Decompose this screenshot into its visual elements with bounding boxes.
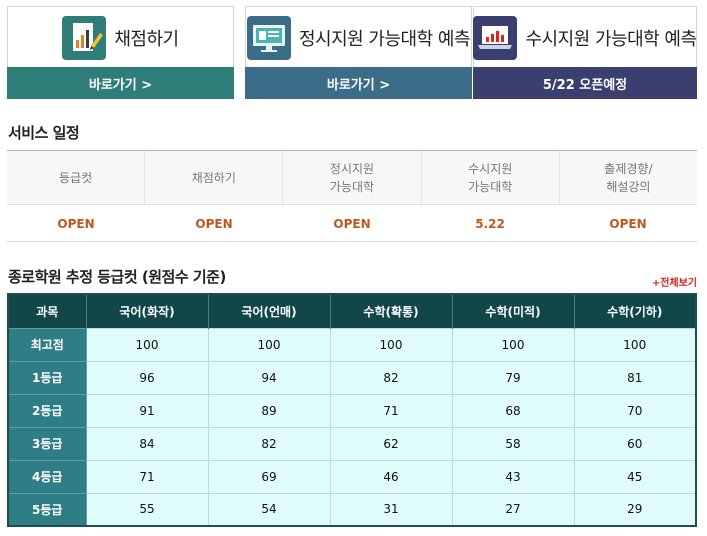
laptop-chart-icon bbox=[473, 15, 518, 60]
service-cards: 채점하기 바로가기 > 정시지원 가능대학 예측 바로가기 > 수시지원 가능대… bbox=[7, 6, 697, 99]
score-cell: 69 bbox=[208, 459, 331, 493]
schedule-header-cell: 채점하기 bbox=[145, 151, 284, 204]
schedule-status-cell: OPEN bbox=[333, 216, 371, 231]
go-button[interactable]: 바로가기 > bbox=[245, 67, 472, 99]
schedule-header-cell: 수시지원 가능대학 bbox=[422, 151, 560, 204]
schedule-status-cell: 5.22 bbox=[475, 216, 505, 231]
grade-label: 5등급 bbox=[8, 492, 87, 526]
score-cell: 46 bbox=[330, 459, 453, 493]
score-cell: 79 bbox=[452, 360, 575, 394]
score-cell: 100 bbox=[452, 327, 575, 361]
score-cell: 71 bbox=[86, 459, 209, 493]
card-title: 채점하기 bbox=[114, 28, 179, 50]
open-date-button[interactable]: 5/22 오픈예정 bbox=[473, 67, 697, 99]
schedule-status-cell: OPEN bbox=[195, 216, 233, 231]
score-cell: 54 bbox=[208, 492, 331, 526]
score-cell: 100 bbox=[574, 327, 696, 361]
score-cell: 70 bbox=[574, 393, 696, 427]
schedule-header-cell: 정시지원 가능대학 bbox=[283, 151, 422, 204]
column-header: 과목 bbox=[8, 294, 87, 328]
go-button[interactable]: 바로가기 > bbox=[7, 67, 234, 99]
score-cell: 100 bbox=[208, 327, 331, 361]
score-cell: 27 bbox=[452, 492, 575, 526]
column-header: 수학(기하) bbox=[574, 294, 696, 328]
card-title: 정시지원 가능대학 예측 bbox=[298, 28, 471, 50]
score-cell: 94 bbox=[208, 360, 331, 394]
score-cell: 68 bbox=[452, 393, 575, 427]
score-cell: 84 bbox=[86, 426, 209, 460]
score-cell: 100 bbox=[86, 327, 209, 361]
schedule-header-row: 등급컷 채점하기 정시지원 가능대학 수시지원 가능대학 출제경향/ 해설강의 bbox=[7, 151, 697, 205]
score-cell: 31 bbox=[330, 492, 453, 526]
score-cell: 60 bbox=[574, 426, 696, 460]
grade-cut-table: 과목 국어(화작) 국어(언매) 수학(확통) 수학(미적) 수학(기하) 최고점 100 1… bbox=[7, 293, 697, 527]
view-all-link[interactable]: +전체보기 bbox=[652, 274, 697, 289]
column-header: 국어(언매) bbox=[208, 294, 331, 328]
schedule-status-row: OPEN OPEN OPEN 5.22 OPEN bbox=[7, 205, 697, 242]
grade-label: 3등급 bbox=[8, 426, 87, 460]
early-admission-card[interactable]: 수시지원 가능대학 예측 5/22 오픈예정 bbox=[473, 6, 697, 99]
card-header: 채점하기 bbox=[8, 7, 233, 68]
column-header: 수학(확통) bbox=[330, 294, 453, 328]
score-cell: 29 bbox=[574, 492, 696, 526]
monitor-icon bbox=[246, 15, 291, 60]
grading-card[interactable]: 채점하기 바로가기 > bbox=[7, 6, 234, 99]
score-cell: 91 bbox=[86, 393, 209, 427]
grading-icon bbox=[62, 15, 107, 60]
card-header: 정시지원 가능대학 예측 bbox=[246, 7, 471, 68]
schedule-table: 등급컷 채점하기 정시지원 가능대학 수시지원 가능대학 출제경향/ 해설강의 OPEN… bbox=[7, 150, 697, 242]
regular-admission-card[interactable]: 정시지원 가능대학 예측 바로가기 > bbox=[245, 6, 472, 99]
schedule-title: 서비스 일정 bbox=[8, 124, 80, 142]
score-cell: 81 bbox=[574, 360, 696, 394]
schedule-status-cell: OPEN bbox=[57, 216, 95, 231]
score-cell: 82 bbox=[330, 360, 453, 394]
card-header: 수시지원 가능대학 예측 bbox=[473, 7, 697, 68]
score-cell: 58 bbox=[452, 426, 575, 460]
table-row: 5등급 55 54 31 27 29 bbox=[8, 492, 696, 526]
score-cell: 82 bbox=[208, 426, 331, 460]
schedule-header-cell: 출제경향/ 해설강의 bbox=[604, 161, 653, 194]
table-row: 1등급 96 94 82 79 81 bbox=[8, 360, 696, 394]
score-cell: 55 bbox=[86, 492, 209, 526]
column-header: 국어(화작) bbox=[86, 294, 209, 328]
score-cell: 96 bbox=[86, 360, 209, 394]
grade-header-row: 과목 국어(화작) 국어(언매) 수학(확통) 수학(미적) 수학(기하) bbox=[8, 294, 696, 328]
schedule-header-cell: 등급컷 bbox=[7, 151, 146, 204]
score-cell: 62 bbox=[330, 426, 453, 460]
score-cell: 45 bbox=[574, 459, 696, 493]
grade-label: 2등급 bbox=[8, 393, 87, 427]
score-cell: 43 bbox=[452, 459, 575, 493]
card-title: 수시지원 가능대학 예측 bbox=[525, 28, 697, 50]
grade-cut-title: 종로학원 추정 등급컷 (원점수 기준) bbox=[8, 268, 226, 286]
table-row: 최고점 100 100 100 100 100 bbox=[8, 327, 696, 361]
score-cell: 89 bbox=[208, 393, 331, 427]
table-row: 2등급 91 89 71 68 70 bbox=[8, 393, 696, 427]
grade-label: 1등급 bbox=[8, 360, 87, 394]
column-header: 수학(미적) bbox=[452, 294, 575, 328]
schedule-status-cell: OPEN bbox=[609, 216, 647, 231]
table-row: 3등급 84 82 62 58 60 bbox=[8, 426, 696, 460]
score-cell: 71 bbox=[330, 393, 453, 427]
grade-label: 4등급 bbox=[8, 459, 87, 493]
grade-label: 최고점 bbox=[8, 327, 87, 361]
score-cell: 100 bbox=[330, 327, 453, 361]
table-row: 4등급 71 69 46 43 45 bbox=[8, 459, 696, 493]
